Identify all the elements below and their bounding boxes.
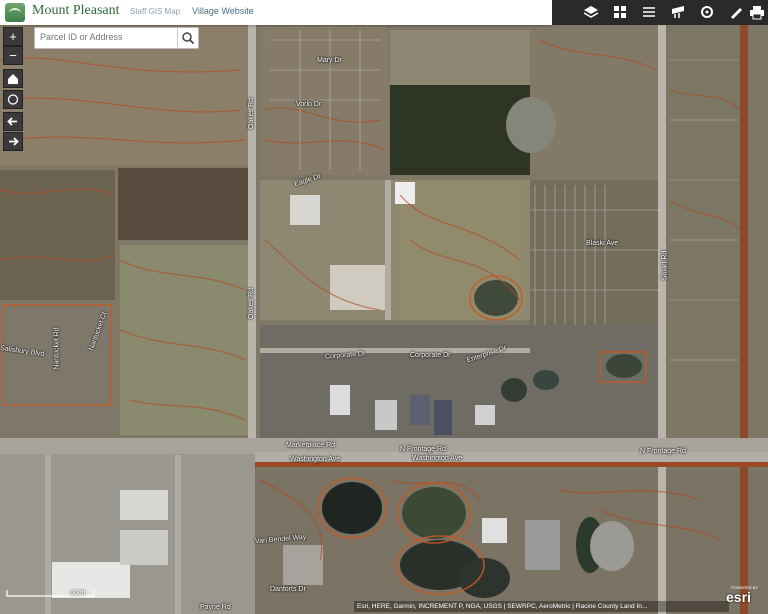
locate-button[interactable] xyxy=(3,90,23,109)
street-label: N Frontage Rd xyxy=(640,448,686,455)
street-label: Oakes Rd xyxy=(248,97,256,130)
street-label: Stuart Rd xyxy=(661,250,669,281)
zoom-in-button[interactable]: + xyxy=(3,27,23,46)
app-subtitle: Staff GIS Map xyxy=(130,7,181,16)
esri-logo[interactable]: esri xyxy=(726,589,751,605)
zoom-out-button[interactable]: − xyxy=(3,46,23,65)
print-icon[interactable] xyxy=(748,3,766,21)
street-label: Danforts Dr xyxy=(270,586,306,593)
next-extent-button[interactable] xyxy=(3,132,23,151)
home-button[interactable] xyxy=(3,69,23,88)
street-label: Nantucket Rd xyxy=(53,327,61,370)
draw-icon[interactable] xyxy=(727,3,745,21)
widget-toolbar xyxy=(552,0,768,25)
app-title: Mount Pleasant xyxy=(32,3,120,18)
aerial-imagery xyxy=(0,0,768,614)
street-label: N Frontage Rd xyxy=(400,446,446,453)
street-label: Marketplace Rd xyxy=(286,442,336,449)
legend-icon[interactable] xyxy=(640,3,658,21)
app-header: Mount Pleasant Staff GIS Map Village Web… xyxy=(0,0,552,25)
home-icon xyxy=(8,74,18,84)
scale-label: 600ft xyxy=(70,590,86,597)
locate-icon xyxy=(7,94,19,105)
layers-icon[interactable] xyxy=(582,3,600,21)
street-label: Payne Rd xyxy=(200,604,231,611)
measure-icon[interactable] xyxy=(669,3,687,21)
previous-extent-button[interactable] xyxy=(3,112,23,131)
search-button[interactable] xyxy=(177,28,198,48)
village-website-link[interactable]: Village Website xyxy=(192,6,254,16)
search-input[interactable] xyxy=(37,29,178,45)
parcel-search xyxy=(34,27,199,49)
basemap-gallery-icon[interactable] xyxy=(611,3,629,21)
arrow-left-icon xyxy=(7,117,17,126)
street-label: Washington Ave xyxy=(412,455,463,462)
street-label: Oakes Rd xyxy=(248,287,256,320)
map-view[interactable]: Mary Dr Vorlo Dr Eagle Dr Corporate Dr C… xyxy=(0,0,768,614)
search-icon xyxy=(182,32,195,45)
map-attribution: Esri, HERE, Garmin, INCREMENT P, NGA, US… xyxy=(354,601,729,612)
street-label: Corporate Dr xyxy=(410,352,451,359)
street-label: Washington Ave xyxy=(290,456,341,463)
village-logo-icon xyxy=(5,3,25,22)
street-label: Blaski Ave xyxy=(586,240,619,247)
street-label: Vorlo Dr xyxy=(296,101,322,108)
arrow-right-icon xyxy=(9,137,19,146)
street-label: Mary Dr xyxy=(317,57,342,64)
settings-icon[interactable] xyxy=(698,3,716,21)
